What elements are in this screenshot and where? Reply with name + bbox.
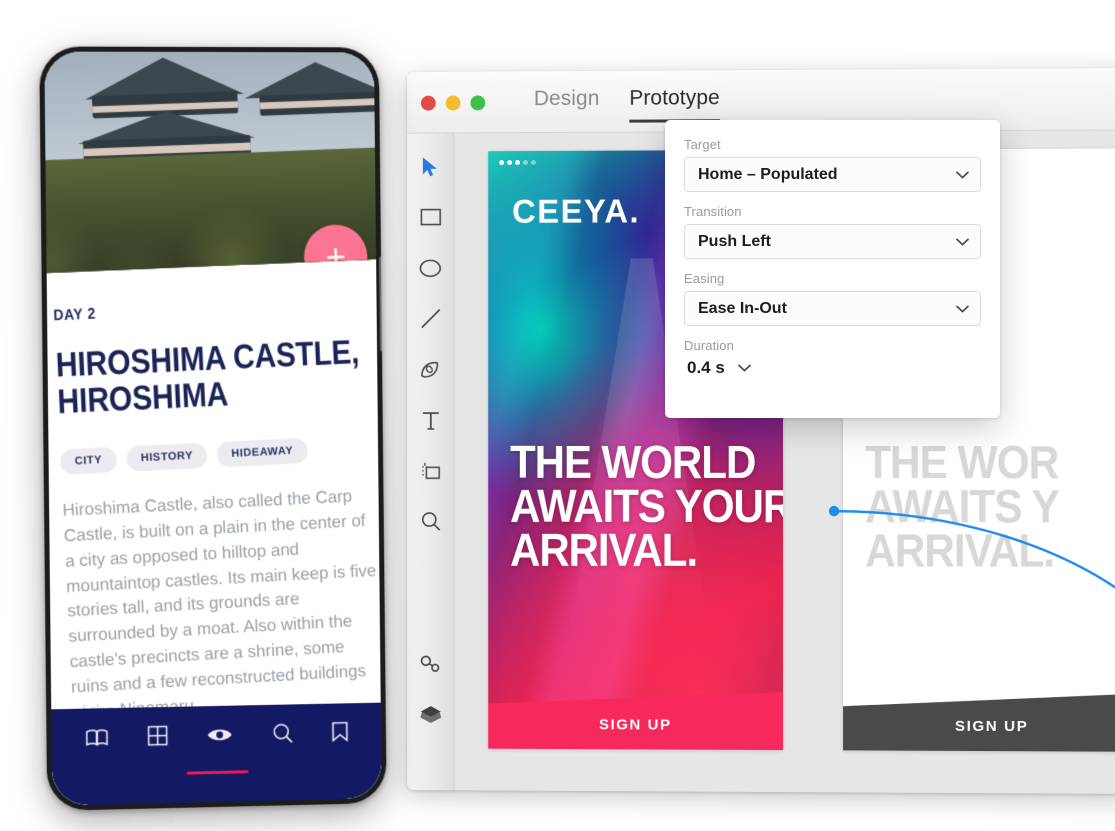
sign-up-button[interactable]: SIGN UP [843,692,1115,751]
tag-list: CITY HISTORY HIDEAWAY [59,434,375,475]
text-icon[interactable] [413,403,447,437]
ellipse-icon[interactable] [413,251,447,285]
duration-stepper[interactable]: 0.4 s [684,358,981,378]
field-easing: Easing Ease In-Out [684,271,981,326]
active-tab-indicator [186,770,249,775]
tag-city[interactable]: CITY [59,446,118,475]
headline-line-2: AWAITS YOUR [510,479,783,533]
prototype-link-icon[interactable] [413,647,447,681]
select-arrow-icon[interactable] [413,149,447,183]
chevron-down-icon [956,171,969,179]
close-window-button[interactable] [420,95,436,111]
tab-prototype[interactable]: Prototype [629,86,720,122]
artboard-icon[interactable] [413,454,447,488]
tab-design[interactable]: Design [534,87,600,123]
screenshot-root: Design Prototype CEEYA. THE WORLD AWAITS… [0,0,1115,831]
field-duration: Duration 0.4 s [684,338,981,378]
hero-image: + [44,51,382,274]
article-content: DAY 2 HIROSHIMA CASTLE, HIROSHIMA CITY H… [44,258,382,729]
chevron-down-icon [737,364,751,372]
headline-line-3: ARRIVAL. [510,523,697,577]
phone-screen-content: + DAY 2 HIROSHIMA CASTLE, HIROSHIMA CITY… [44,51,382,806]
tag-history[interactable]: HISTORY [125,442,208,472]
field-label-transition: Transition [684,204,742,219]
layers-icon[interactable] [413,698,447,732]
mode-tabs: Design Prototype [534,86,720,123]
zoom-window-button[interactable] [470,95,486,111]
prototype-inspector-panel: Target Home – Populated Transition Push … [665,120,1000,418]
brand-logo: CEEYA. [512,192,641,230]
transition-select-value: Push Left [698,232,771,250]
headline-line-3: ARRIVAL. [865,524,1055,577]
chevron-down-icon [956,238,969,246]
headline-line-1: THE WOR [865,436,1059,489]
field-label-target: Target [684,137,721,152]
field-label-duration: Duration [684,338,734,353]
pen-icon[interactable] [413,352,447,386]
field-label-easing: Easing [684,271,725,286]
grid-icon[interactable] [147,725,168,751]
bookmark-icon[interactable] [331,721,348,747]
signal-dots-icon [499,159,536,165]
bottom-tab-bar [51,702,382,806]
article-paragraph: Hiroshima Castle, also called the Carp C… [62,486,377,723]
tools-sidebar [407,133,455,791]
target-select-value: Home – Populated [698,165,838,183]
phone-mockup: + DAY 2 HIROSHIMA CASTLE, HIROSHIMA CITY… [39,46,387,811]
target-select[interactable]: Home – Populated [684,157,981,192]
minimize-window-button[interactable] [445,95,461,111]
rectangle-icon[interactable] [413,200,447,234]
zoom-icon[interactable] [413,505,447,539]
phone-screen: + DAY 2 HIROSHIMA CASTLE, HIROSHIMA CITY… [44,51,382,806]
duration-value: 0.4 s [687,358,725,377]
easing-select[interactable]: Ease In-Out [684,291,981,326]
window-traffic-lights [420,95,486,111]
field-transition: Transition Push Left [684,204,981,259]
day-label: DAY 2 [52,304,97,324]
artboard-headline-ghost: THE WOR AWAITS Y ARRIVAL. [865,436,1109,577]
chevron-down-icon [956,305,969,313]
book-icon[interactable] [85,727,109,753]
transition-select[interactable]: Push Left [684,224,981,259]
artboard-headline: THE WORLD AWAITS YOUR ARRIVAL. [510,435,783,577]
tag-hideaway[interactable]: HIDEAWAY [216,437,308,468]
eye-icon[interactable] [207,725,234,749]
line-icon[interactable] [413,302,447,336]
easing-select-value: Ease In-Out [698,299,787,317]
headline-line-1: THE WORLD [510,435,756,488]
search-icon[interactable] [272,722,294,749]
article-title: HIROSHIMA CASTLE, HIROSHIMA [55,332,360,420]
headline-line-2: AWAITS Y [865,480,1059,533]
field-target: Target Home – Populated [684,137,981,192]
